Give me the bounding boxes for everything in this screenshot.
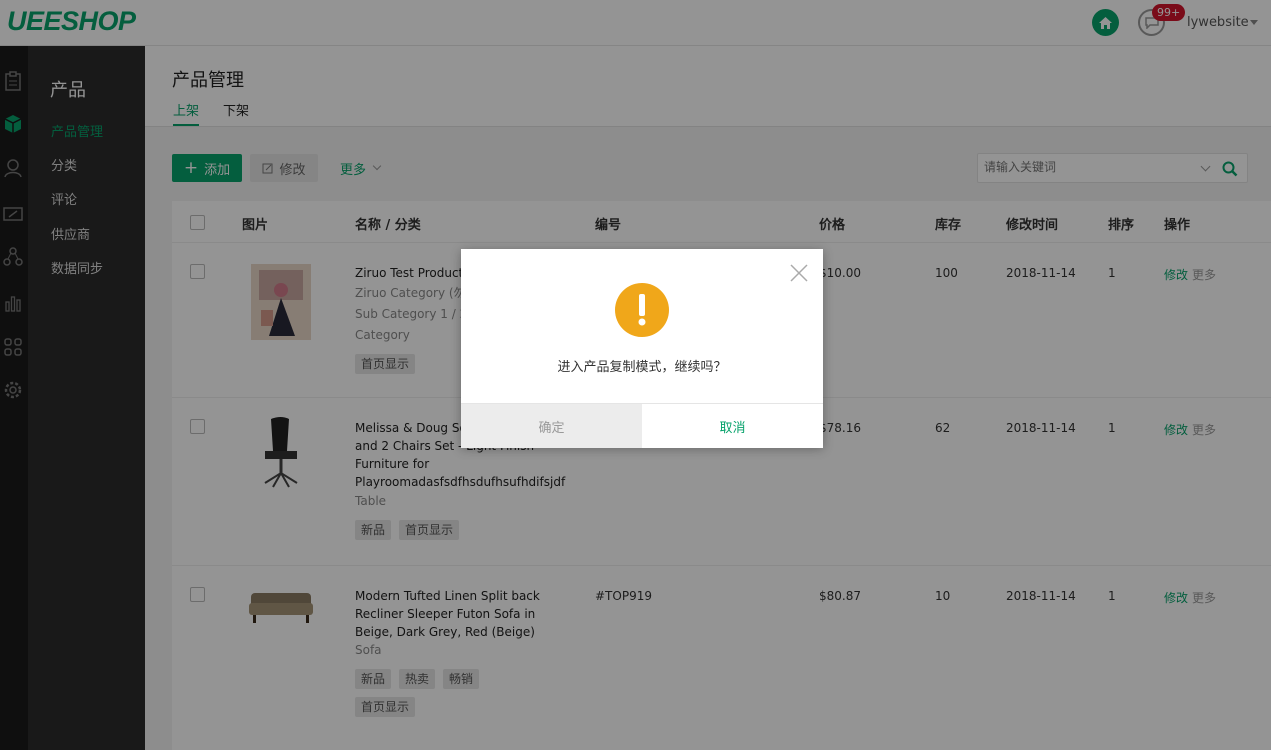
cancel-button[interactable]: 取消 (642, 404, 823, 448)
confirm-button[interactable]: 确定 (461, 404, 642, 448)
dialog-footer: 确定 取消 (461, 403, 823, 448)
confirm-dialog: 进入产品复制模式，继续吗？ 确定 取消 (461, 249, 823, 448)
close-icon[interactable] (788, 262, 810, 284)
warning-icon (615, 283, 669, 337)
dialog-message: 进入产品复制模式，继续吗？ (557, 360, 727, 375)
